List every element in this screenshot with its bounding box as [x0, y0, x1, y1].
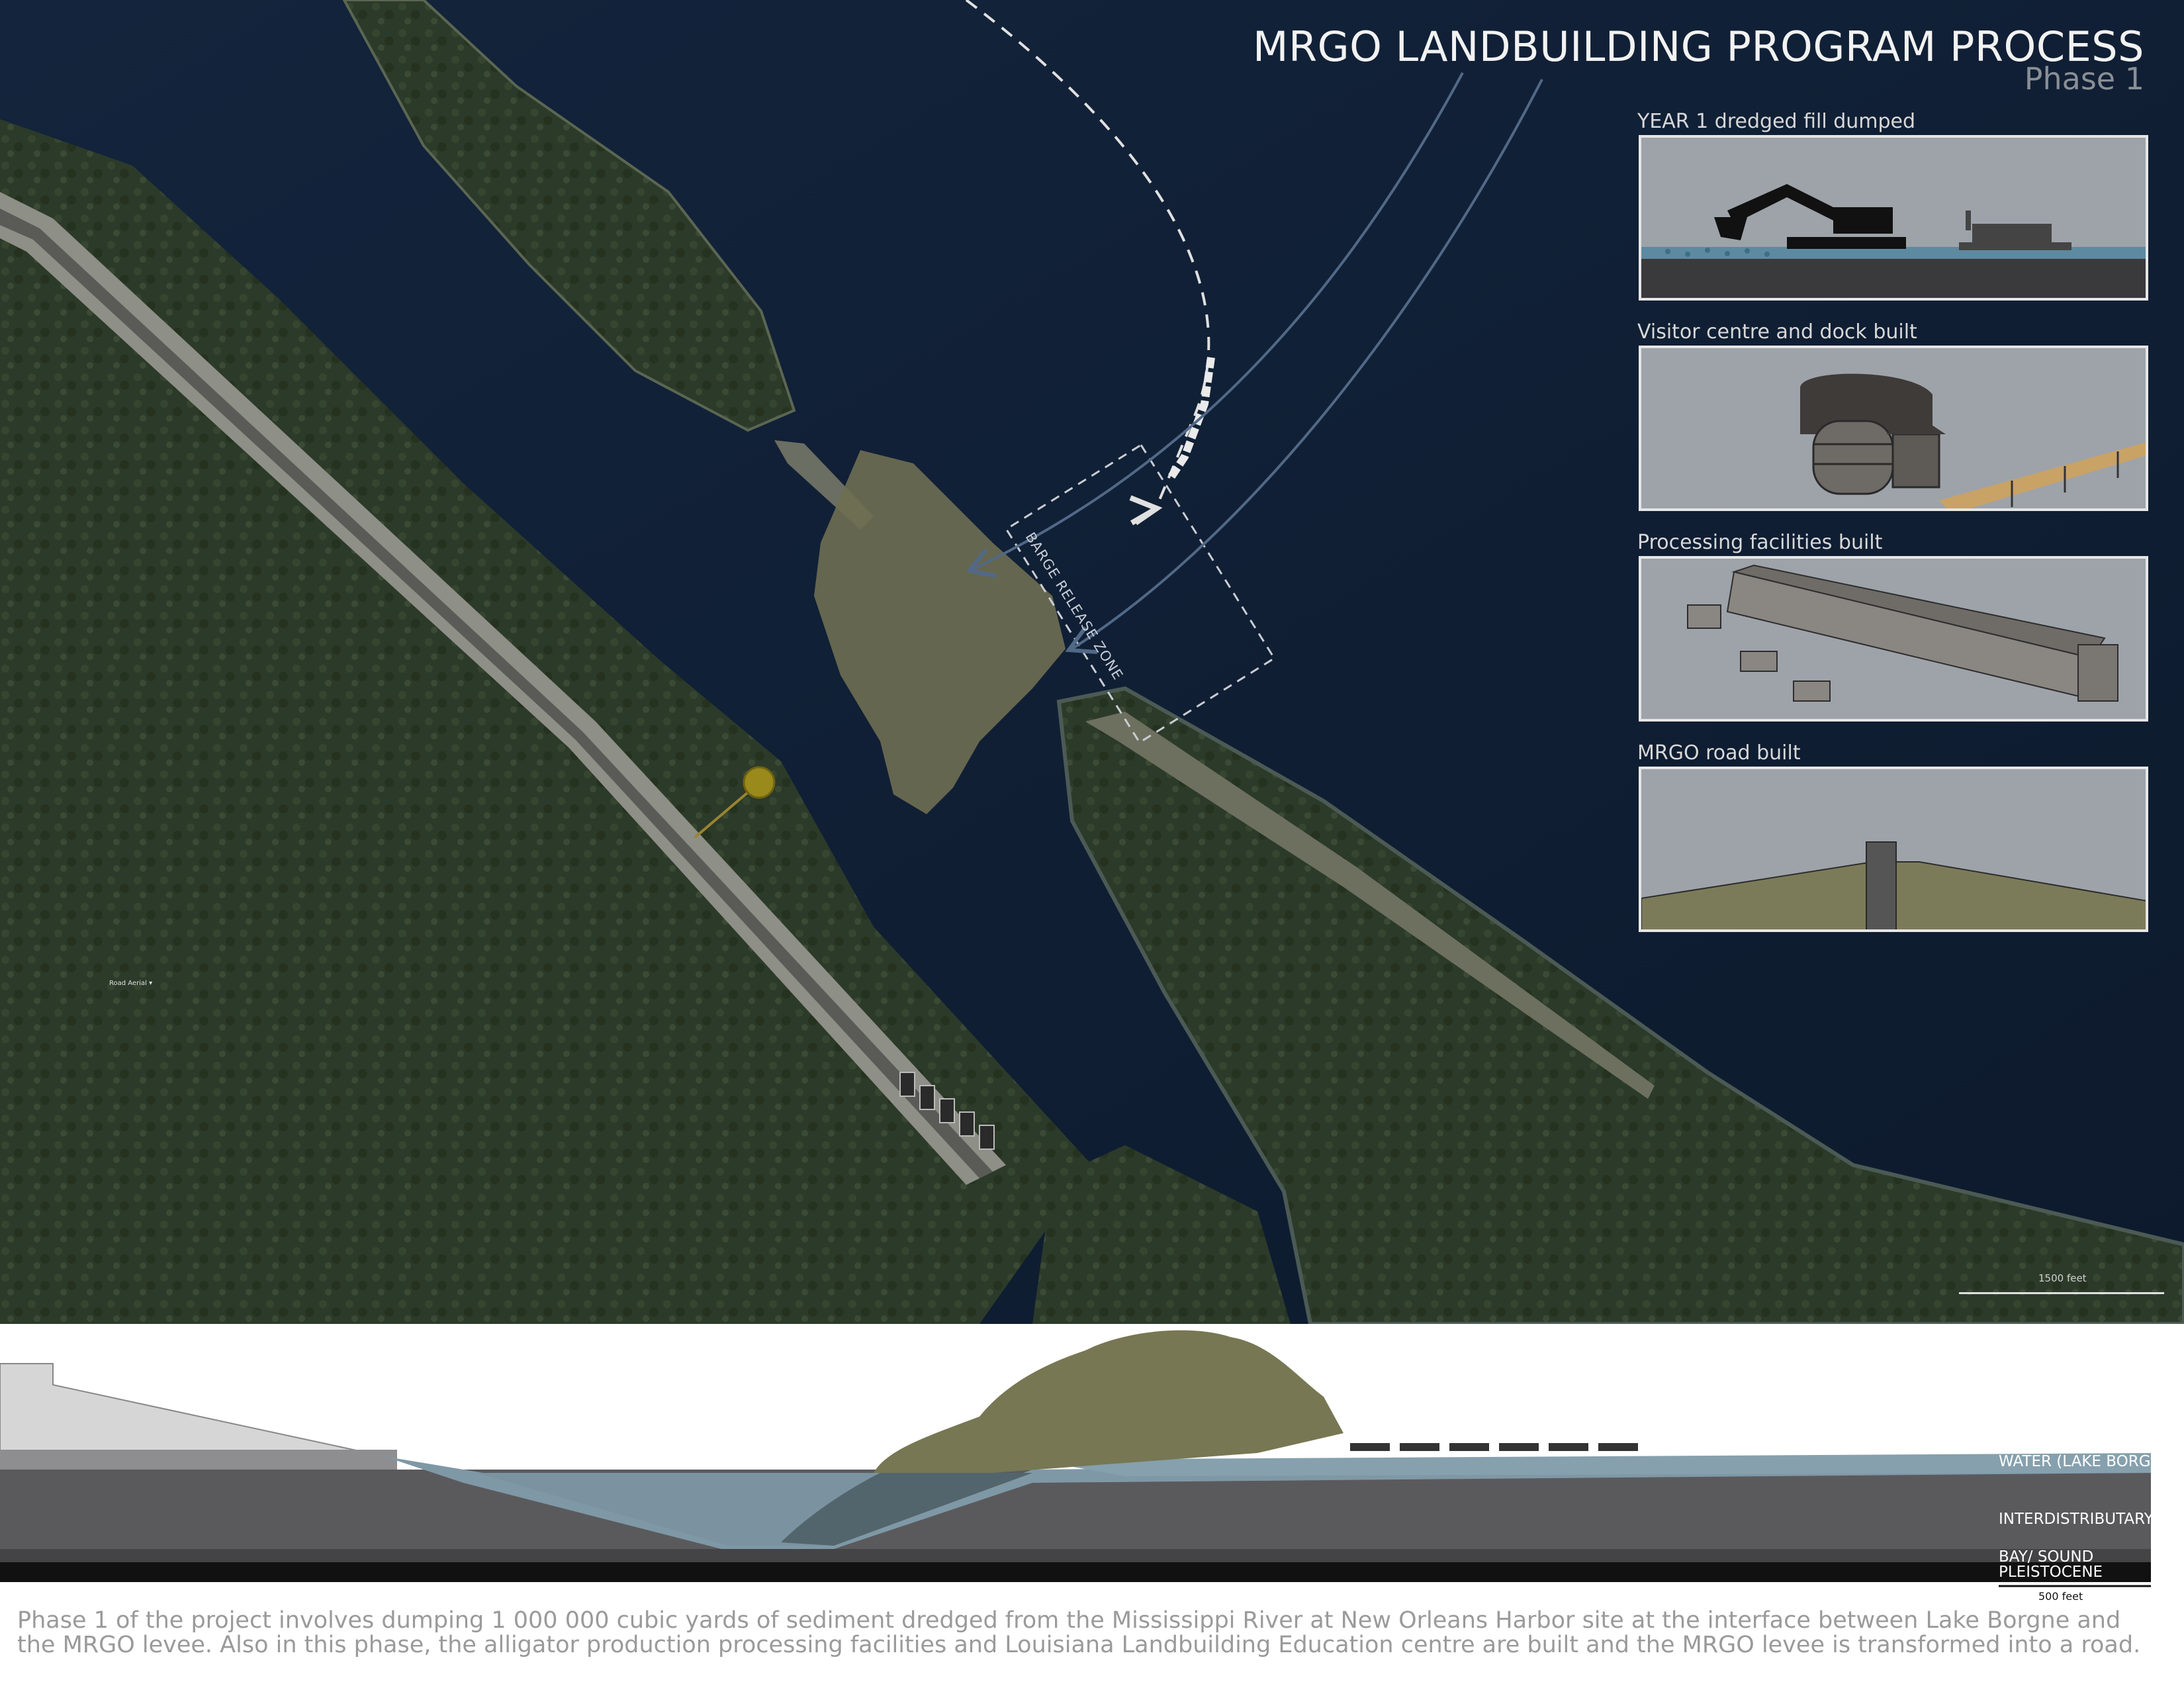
map-scale-label: 1500 feet: [2038, 1272, 2087, 1284]
panel-label-visitor-centre: Visitor centre and dock built: [1637, 320, 1917, 344]
site-marker-icon: [743, 766, 776, 799]
road-tower-icon: [1866, 841, 1897, 929]
section-scale-label: 500 feet: [2038, 1590, 2083, 1603]
panel-label-dredged-fill: YEAR 1 dredged fill dumped: [1637, 110, 1916, 133]
panel-label-processing-facilities: Processing facilities built: [1637, 531, 1883, 554]
processing-warehouse-icon: [1726, 564, 2118, 702]
panel-visitor-centre: [1639, 346, 2148, 511]
visitor-centre-building-icon: [1800, 373, 1946, 495]
map-type-toggle[interactable]: Road Aerial ▾: [109, 980, 152, 987]
layer-label-pleistocene: PLEISTOCENE: [1999, 1564, 2103, 1581]
layer-label-interdistributary: INTERDISTRIBUTARY: [1999, 1511, 2154, 1528]
bay-sound-layer: [0, 1549, 2151, 1562]
dock-icon: [1939, 442, 2146, 508]
panel-mrgo-road: [1639, 767, 2148, 932]
page-title: MRGO LANDBUILDING PROGRAM PROCESS: [1253, 23, 2144, 71]
panel-processing-facilities: [1639, 556, 2148, 722]
cross-section: [0, 1324, 2184, 1602]
pleistocene-layer: [0, 1562, 2151, 1582]
barge-icon: [1959, 211, 2071, 250]
excavator-icon: [1714, 184, 1906, 249]
project-description: Phase 1 of the project involves dumping …: [17, 1607, 2141, 1658]
panel-dredged-fill: [1639, 135, 2148, 301]
panel-label-mrgo-road: MRGO road built: [1637, 741, 1801, 765]
map-scale-bar: [1959, 1292, 2164, 1294]
page-subtitle: Phase 1: [2024, 61, 2144, 97]
layer-label-water: WATER (LAKE BORGNE): [1999, 1453, 2178, 1470]
